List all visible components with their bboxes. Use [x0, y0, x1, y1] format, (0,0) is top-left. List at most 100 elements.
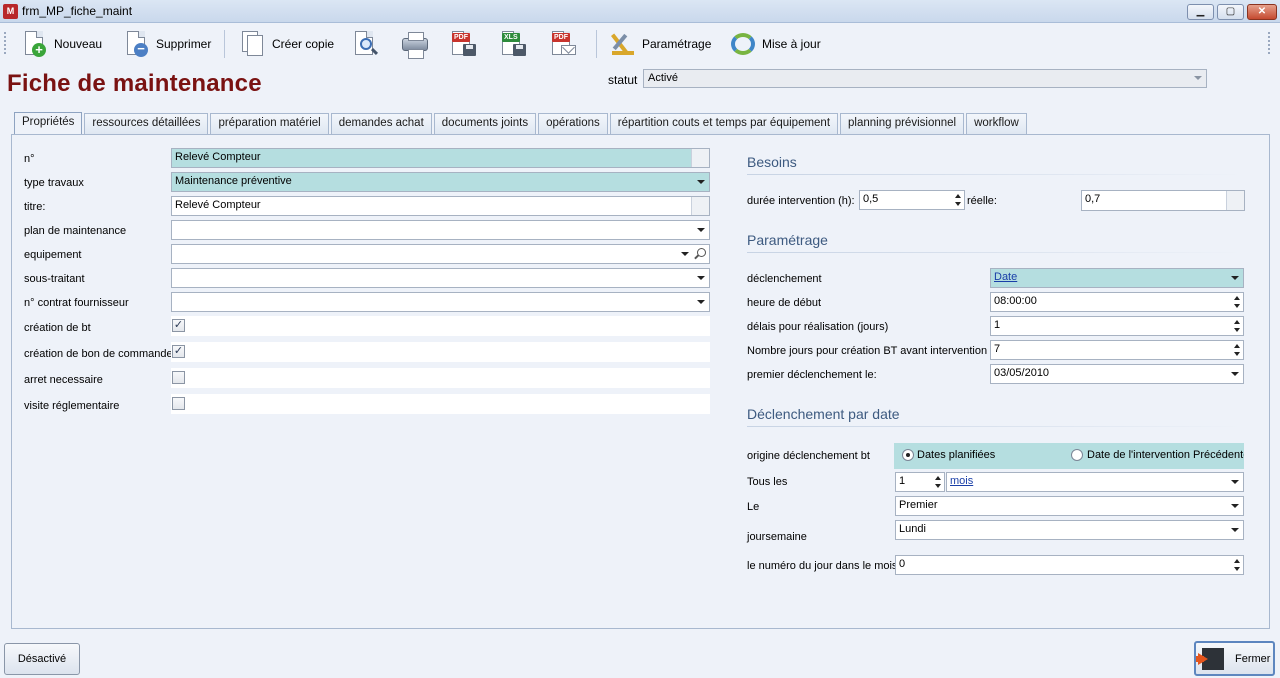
close-window-button[interactable]: ✕ — [1247, 4, 1277, 20]
declenchement-value[interactable]: Date — [994, 271, 1017, 283]
toolbar-separator — [224, 30, 225, 58]
statut-select[interactable]: Activé — [643, 69, 1207, 88]
field-button — [691, 149, 709, 167]
premier-declenchement-datepicker[interactable]: 03/05/2010 — [990, 364, 1244, 384]
chevron-down-icon — [1194, 76, 1202, 80]
tab-documents-joints[interactable]: documents joints — [433, 113, 537, 134]
spin-arrows-icon[interactable] — [1234, 343, 1240, 357]
fermer-label: Fermer — [1235, 653, 1271, 665]
type-travaux-select[interactable]: Maintenance préventive — [171, 172, 710, 192]
duree-intervention-spinner[interactable]: 0,5 — [859, 190, 965, 210]
plan-maintenance-select[interactable] — [171, 220, 710, 240]
pdf-tag: PDF — [452, 33, 470, 42]
nb-jours-creation-bt-spinner[interactable]: 7 — [990, 340, 1244, 360]
tab-preparation-materiel[interactable]: préparation matériel — [210, 113, 329, 134]
section-divider — [747, 252, 1244, 253]
spin-arrows-icon[interactable] — [1234, 319, 1240, 333]
pdf-email-icon: PDF — [550, 30, 578, 58]
heure-debut-label: heure de début — [747, 297, 822, 309]
titre-field[interactable]: Relevé Compteur — [171, 196, 710, 216]
preview-button[interactable] — [352, 27, 380, 61]
tous-les-unit-value[interactable]: mois — [950, 475, 973, 487]
toolbar-end-grip — [1268, 32, 1271, 54]
toolbar-separator — [596, 30, 597, 58]
numero-jour-mois-spinner[interactable]: 0 — [895, 555, 1244, 575]
tab-demandes-achat[interactable]: demandes achat — [330, 113, 432, 134]
spin-arrows-icon[interactable] — [1234, 558, 1240, 572]
premier-declenchement-label: premier déclenchement le: — [747, 369, 877, 381]
origine-declenchement-label: origine déclenchement bt — [747, 450, 870, 462]
tab-repartition-couts[interactable]: répartition couts et temps par équipemen… — [609, 113, 839, 134]
mise-a-jour-label: Mise à jour — [762, 37, 821, 51]
toolbar-grip[interactable] — [4, 32, 7, 54]
spin-arrows-icon[interactable] — [1234, 295, 1240, 309]
reelle-field[interactable]: 0,7 — [1081, 190, 1245, 211]
pdf-save-icon: PDF — [450, 30, 478, 58]
delais-realisation-label: délais pour réalisation (jours) — [747, 321, 889, 333]
chevron-down-icon — [1231, 276, 1239, 280]
creation-bon-commande-label: création de bon de commande — [24, 348, 173, 360]
equipement-select[interactable] — [171, 244, 710, 264]
delais-realisation-spinner[interactable]: 1 — [990, 316, 1244, 336]
nouveau-button[interactable]: + Nouveau — [20, 27, 102, 61]
date-intervention-precedente-radio[interactable] — [1071, 449, 1083, 461]
tab-operations[interactable]: opérations — [538, 113, 608, 134]
sous-traitant-label: sous-traitant — [24, 273, 85, 285]
email-pdf-button[interactable]: PDF — [550, 27, 578, 61]
refresh-icon — [728, 30, 756, 58]
chevron-down-icon[interactable] — [681, 252, 689, 256]
print-button[interactable] — [400, 27, 428, 61]
minimize-button[interactable]: ▁ — [1187, 4, 1214, 20]
contrat-fournisseur-select[interactable] — [171, 292, 710, 312]
desactive-button[interactable]: Désactivé — [4, 643, 80, 675]
parametrage-section-title: Paramétrage — [747, 232, 828, 248]
declenchement-select[interactable]: Date — [990, 268, 1244, 288]
arret-necessaire-checkbox[interactable] — [172, 371, 185, 384]
export-xls-button[interactable]: XLS — [500, 27, 528, 61]
toolbar: + Nouveau − Supprimer Créer copie PDF XL… — [0, 24, 1280, 64]
le-label: Le — [747, 501, 760, 513]
parametrage-button[interactable]: Paramétrage — [608, 27, 711, 61]
sous-traitant-select[interactable] — [171, 268, 710, 288]
field-button — [691, 197, 709, 215]
heure-debut-spinner[interactable]: 08:00:00 — [990, 292, 1244, 312]
dates-planifiees-label[interactable]: Dates planifiées — [917, 449, 995, 461]
tab-proprietes[interactable]: Propriétés — [14, 112, 83, 135]
dates-planifiees-radio[interactable] — [902, 449, 914, 461]
reelle-label: réelle: — [967, 195, 997, 207]
creation-bt-checkbox[interactable]: ✓ — [172, 319, 185, 332]
fermer-button[interactable]: Fermer — [1194, 641, 1275, 676]
heure-debut-value: 08:00:00 — [994, 295, 1037, 307]
duree-intervention-label: durée intervention (h): — [747, 195, 855, 207]
titre-value: Relevé Compteur — [175, 199, 261, 211]
no-field[interactable]: Relevé Compteur — [171, 148, 710, 168]
visite-reglementaire-checkbox[interactable] — [172, 397, 185, 410]
tous-les-spinner[interactable]: 1 — [895, 472, 945, 492]
export-pdf-button[interactable]: PDF — [450, 27, 478, 61]
nb-jours-creation-bt-label: Nombre jours pour création BT avant inte… — [747, 345, 988, 357]
creer-copie-button[interactable]: Créer copie — [238, 27, 334, 61]
chevron-down-icon — [697, 276, 705, 280]
type-travaux-value: Maintenance préventive — [175, 175, 292, 187]
spin-arrows-icon[interactable] — [955, 193, 961, 207]
creation-bt-row — [171, 316, 710, 336]
tous-les-value: 1 — [899, 475, 906, 487]
tous-les-unit-select[interactable]: mois — [946, 472, 1244, 492]
field-button — [1226, 191, 1244, 210]
tab-planning-previsionnel[interactable]: planning prévisionnel — [840, 113, 965, 134]
creation-bon-commande-checkbox[interactable]: ✓ — [172, 345, 185, 358]
joursemaine-select[interactable]: Lundi — [895, 520, 1244, 540]
tab-ressources-detaillees[interactable]: ressources détaillées — [84, 113, 209, 134]
arret-necessaire-row — [171, 368, 710, 388]
chevron-down-icon — [1231, 372, 1239, 376]
spin-arrows-icon[interactable] — [935, 475, 941, 489]
supprimer-button[interactable]: − Supprimer — [122, 27, 211, 61]
date-intervention-precedente-label[interactable]: Date de l'intervention Précédente — [1087, 449, 1244, 461]
mise-a-jour-button[interactable]: Mise à jour — [728, 27, 821, 61]
search-icon[interactable] — [697, 248, 706, 257]
maximize-button[interactable]: ▢ — [1217, 4, 1244, 20]
tab-workflow[interactable]: workflow — [966, 113, 1027, 134]
le-select[interactable]: Premier — [895, 496, 1244, 516]
titre-label: titre: — [24, 201, 46, 213]
creation-bon-commande-row — [171, 342, 710, 362]
